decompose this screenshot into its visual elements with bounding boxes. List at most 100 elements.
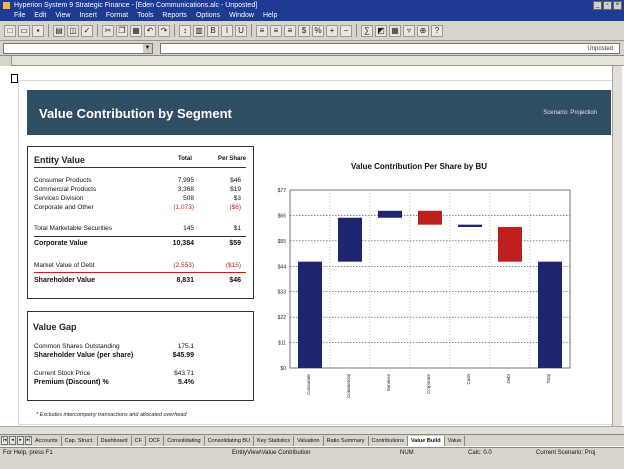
row-total: 3,368	[177, 186, 194, 193]
vertical-scrollbar[interactable]	[612, 66, 622, 426]
chevron-down-icon[interactable]: ▼	[143, 44, 152, 53]
sort-icon[interactable]: ↕	[179, 24, 191, 37]
last-sheet-button[interactable]: ▸|	[25, 436, 32, 445]
window-title: Hyperion System 9 Strategic Finance - [E…	[14, 2, 258, 9]
menu-bar: File Edit View Insert Format Tools Repor…	[0, 11, 624, 21]
undo-icon[interactable]: ↶	[144, 24, 156, 37]
menu-window[interactable]: Window	[229, 11, 254, 21]
minimize-button[interactable]: _	[593, 1, 602, 10]
table-row: Commercial Products 3,368 $19	[34, 186, 246, 195]
table-row: Consumer Products 7,995 $46	[34, 177, 246, 186]
tab-dcf[interactable]: DCF	[146, 435, 165, 446]
align-right-icon[interactable]: ≡	[284, 24, 296, 37]
menu-edit[interactable]: Edit	[34, 11, 46, 21]
menu-tools[interactable]: Tools	[137, 11, 153, 21]
waterfall-chart: $0 $11 $22 $33 $44 $55 $66 $77 Consumer Commercia…	[278, 188, 571, 398]
row-total: (2,553)	[173, 262, 194, 269]
table-row: Total Marketable Securities 145 $1	[34, 225, 246, 234]
horizontal-scrollbar[interactable]	[0, 426, 624, 434]
new-icon[interactable]: □	[4, 24, 16, 37]
report-banner: Value Contribution by Segment Scenario: …	[27, 90, 611, 135]
percent-icon[interactable]: %	[312, 24, 324, 37]
next-sheet-button[interactable]: ▸	[17, 436, 24, 445]
tab-key-statistics[interactable]: Key Statistics	[254, 435, 295, 446]
bar	[458, 224, 482, 227]
close-button[interactable]: ×	[613, 1, 622, 10]
row-per-share: ($15)	[225, 262, 241, 269]
table-row: Shareholder Value 8,831 $46	[34, 277, 246, 286]
tab-value[interactable]: Value	[445, 435, 466, 446]
tab-dashboard[interactable]: Dashboard	[98, 435, 132, 446]
italic-icon[interactable]: I	[221, 24, 233, 37]
tab-ratio-summary[interactable]: Ratio Summary	[324, 435, 369, 446]
row-label: Corporate Value	[34, 240, 88, 247]
entity-value-panel: Entity Value Total Per Share Consumer Pr…	[27, 146, 254, 299]
row-per-share: $3	[233, 195, 241, 202]
decimal-decrease-icon[interactable]: −	[340, 24, 352, 37]
align-center-icon[interactable]: ≡	[270, 24, 282, 37]
menu-format[interactable]: Format	[106, 11, 128, 21]
menu-view[interactable]: View	[55, 11, 70, 21]
paste-icon[interactable]: ▦	[130, 24, 142, 37]
tab-consolidating-bu[interactable]: Consolidating BU	[205, 435, 255, 446]
menu-insert[interactable]: Insert	[79, 11, 97, 21]
row-label: Corporate and Other	[34, 204, 94, 211]
menu-options[interactable]: Options	[196, 11, 220, 21]
row-per-share: $59	[229, 240, 241, 247]
maximize-button[interactable]: ▫	[603, 1, 612, 10]
status-num: NUM	[400, 450, 414, 456]
tab-accounts[interactable]: Accounts	[32, 435, 62, 446]
underline-icon[interactable]: U	[235, 24, 247, 37]
open-icon[interactable]: ▭	[18, 24, 30, 37]
print-icon[interactable]: ▤	[53, 24, 65, 37]
formula-input[interactable]: Unposted	[160, 43, 620, 54]
cut-icon[interactable]: ✂	[102, 24, 114, 37]
prev-sheet-button[interactable]: ◂	[9, 436, 16, 445]
spell-icon[interactable]: ✓	[81, 24, 93, 37]
tab-cap-struct[interactable]: Cap. Struct.	[62, 435, 98, 446]
filter-icon[interactable]: ▿	[403, 24, 415, 37]
save-icon[interactable]: ▪	[32, 24, 44, 37]
active-cell[interactable]	[11, 74, 18, 83]
decimal-increase-icon[interactable]: +	[326, 24, 338, 37]
table-row: Corporate Value 10,384 $59	[34, 240, 246, 249]
select-all-corner[interactable]	[0, 56, 12, 66]
currency-icon[interactable]: $	[298, 24, 310, 37]
tab-valuation[interactable]: Valuation	[294, 435, 324, 446]
name-box[interactable]: ▼	[3, 43, 153, 54]
preview-icon[interactable]: ◫	[67, 24, 79, 37]
value-gap-title: Value Gap	[33, 322, 77, 332]
first-sheet-button[interactable]: |◂	[1, 436, 8, 445]
bold-icon[interactable]: B	[207, 24, 219, 37]
table-row: Services Division 508 $3	[34, 195, 246, 204]
row-per-share: $19	[230, 186, 241, 193]
col-per-share-header: Per Share	[218, 156, 247, 162]
bar	[538, 261, 562, 368]
tab-cf[interactable]: CF	[132, 435, 146, 446]
bar	[498, 226, 522, 262]
menu-file[interactable]: File	[14, 11, 25, 21]
chart-icon[interactable]: ▥	[193, 24, 205, 37]
row-total: 8,831	[176, 277, 194, 284]
divider	[34, 167, 246, 168]
help-icon[interactable]: ?	[431, 24, 443, 37]
tab-contributions[interactable]: Contributions	[369, 435, 408, 446]
report-title: Value Contribution by Segment	[39, 106, 232, 121]
bar	[378, 210, 402, 218]
x-tick-label: Corporate	[426, 374, 431, 395]
zoom-icon[interactable]: ⊕	[417, 24, 429, 37]
align-left-icon[interactable]: ≡	[256, 24, 268, 37]
y-tick-label: $33	[278, 290, 287, 296]
row-per-share: ($6)	[229, 204, 241, 211]
table-icon[interactable]: ▦	[389, 24, 401, 37]
y-tick-label: $77	[278, 188, 287, 194]
calc-icon[interactable]: ∑	[361, 24, 373, 37]
tab-value-build[interactable]: Value Build	[407, 435, 445, 446]
menu-reports[interactable]: Reports	[162, 11, 187, 21]
graph-icon[interactable]: ◩	[375, 24, 387, 37]
row-value: 175.1	[177, 343, 194, 350]
menu-help[interactable]: Help	[263, 11, 277, 21]
copy-icon[interactable]: ❐	[116, 24, 128, 37]
redo-icon[interactable]: ↷	[158, 24, 170, 37]
tab-consolidating[interactable]: Consolidating	[164, 435, 205, 446]
